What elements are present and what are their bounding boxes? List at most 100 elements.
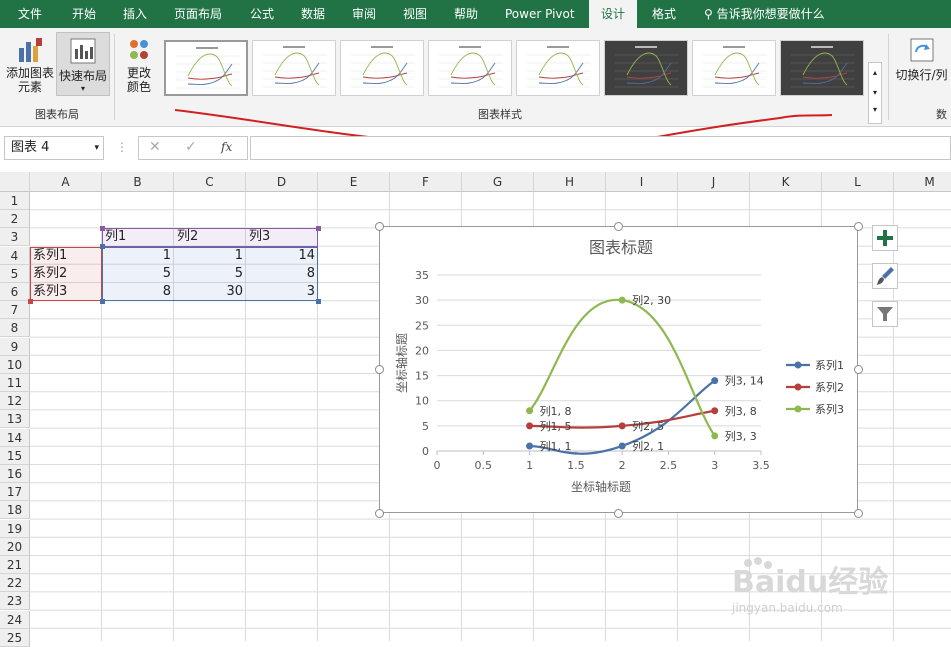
chart-object[interactable]: 图表标题 0 5 10 15 20 25 30 35 0 0.5 1 1.5 2 2.5 3 3.5 坐标轴标题坐… — [379, 226, 858, 513]
range-resize-handle[interactable] — [99, 244, 105, 250]
chevron-down-icon[interactable]: ▾ — [94, 137, 99, 159]
select-all-corner[interactable] — [0, 172, 30, 192]
add-chart-element-button[interactable]: 添加图表 元素 — [4, 32, 56, 94]
formula-input[interactable] — [250, 136, 951, 160]
row-header-16[interactable]: 16 — [0, 465, 30, 483]
chart-style-8[interactable] — [780, 40, 864, 96]
chart-style-5[interactable] — [516, 40, 600, 96]
table-value-cell[interactable]: 8 — [102, 283, 174, 301]
column-header-A[interactable]: A — [30, 172, 102, 192]
row-header-23[interactable]: 23 — [0, 592, 30, 611]
chart-resize-handle[interactable] — [614, 508, 623, 518]
row-header-17[interactable]: 17 — [0, 483, 30, 502]
chart-elements-button[interactable] — [872, 225, 898, 251]
chart-resize-handle[interactable] — [374, 221, 384, 231]
row-label-cell[interactable]: 系列3 — [30, 283, 102, 301]
tell-me-box[interactable]: ⚲ 告诉我你想要做什么 — [704, 0, 825, 28]
table-value-cell[interactable]: 3 — [246, 283, 318, 301]
chart-resize-handle[interactable] — [853, 221, 863, 231]
column-header-G[interactable]: G — [462, 172, 534, 192]
column-header-F[interactable]: F — [390, 172, 462, 192]
row-header-11[interactable]: 11 — [0, 374, 30, 392]
tab-10[interactable]: 设计 — [589, 0, 638, 28]
row-header-2[interactable]: 2 — [0, 210, 30, 229]
switch-row-column-button[interactable]: 切换行/列 — [892, 32, 951, 83]
chart-resize-handle[interactable] — [614, 221, 623, 231]
row-header-8[interactable]: 8 — [0, 319, 30, 338]
range-resize-handle[interactable] — [99, 298, 105, 304]
tab-11[interactable]: 格式 — [640, 0, 688, 28]
row-header-20[interactable]: 20 — [0, 537, 30, 556]
table-value-cell[interactable]: 14 — [246, 247, 318, 265]
table-header-cell[interactable]: 列2 — [174, 228, 246, 246]
column-header-D[interactable]: D — [246, 172, 318, 192]
row-header-7[interactable]: 7 — [0, 301, 30, 320]
range-resize-handle[interactable] — [315, 225, 321, 231]
chart-style-6[interactable] — [604, 40, 688, 96]
column-header-M[interactable]: M — [894, 172, 951, 192]
row-header-25[interactable]: 25 — [0, 628, 30, 647]
chart-style-4[interactable] — [428, 40, 512, 96]
insert-function-icon[interactable]: fx — [221, 140, 232, 154]
table-header-cell[interactable]: 列1 — [102, 228, 174, 246]
name-box[interactable]: 图表 4 ▾ — [4, 136, 104, 160]
row-header-18[interactable]: 18 — [0, 501, 30, 520]
enter-icon[interactable]: ✓ — [185, 139, 197, 155]
chart-resize-handle[interactable] — [374, 365, 384, 374]
row-header-1[interactable]: 1 — [0, 192, 30, 210]
row-header-3[interactable]: 3 — [0, 228, 30, 247]
chart-style-1[interactable] — [164, 40, 248, 96]
row-header-15[interactable]: 15 — [0, 446, 30, 465]
table-header-cell[interactable]: 列3 — [246, 228, 318, 246]
table-value-cell[interactable]: 8 — [246, 265, 318, 283]
tab-7[interactable]: 视图 — [391, 0, 439, 28]
range-resize-handle[interactable] — [27, 298, 33, 304]
chart-style-7[interactable] — [692, 40, 776, 96]
chart-resize-handle[interactable] — [853, 508, 863, 518]
row-header-24[interactable]: 24 — [0, 610, 30, 629]
tab-6[interactable]: 审阅 — [340, 0, 388, 28]
row-header-4[interactable]: 4 — [0, 246, 30, 265]
chart-resize-handle[interactable] — [374, 508, 384, 518]
change-colors-button[interactable]: 更改 颜色 — [118, 32, 160, 94]
chart-resize-handle[interactable] — [853, 365, 863, 374]
chart-style-3[interactable] — [340, 40, 424, 96]
row-header-14[interactable]: 14 — [0, 428, 30, 447]
row-label-cell[interactable]: 系列2 — [30, 265, 102, 283]
tab-5[interactable]: 数据 — [289, 0, 337, 28]
table-value-cell[interactable]: 1 — [102, 247, 174, 265]
tab-4[interactable]: 公式 — [238, 0, 286, 28]
column-header-B[interactable]: B — [102, 172, 174, 192]
table-value-cell[interactable]: 30 — [174, 283, 246, 301]
row-header-9[interactable]: 9 — [0, 337, 30, 356]
row-header-19[interactable]: 19 — [0, 519, 30, 538]
table-value-cell[interactable]: 1 — [174, 247, 246, 265]
tab-0[interactable]: 文件 — [6, 0, 54, 28]
row-header-12[interactable]: 12 — [0, 392, 30, 411]
column-header-L[interactable]: L — [822, 172, 894, 192]
range-resize-handle[interactable] — [99, 225, 105, 231]
row-header-10[interactable]: 10 — [0, 355, 30, 374]
chart-style-2[interactable] — [252, 40, 336, 96]
table-value-cell[interactable]: 5 — [102, 265, 174, 283]
quick-layout-button[interactable]: 快速布局 ▾ — [56, 32, 110, 96]
tab-1[interactable]: 开始 — [60, 0, 108, 28]
range-resize-handle[interactable] — [315, 298, 321, 304]
chart-styles-button[interactable] — [872, 263, 898, 289]
chart-svg[interactable]: 图表标题051015202530350 0.5 1 1.5 2 2.5 3 3.5坐标轴标题坐… — [380, 227, 857, 512]
row-header-22[interactable]: 22 — [0, 574, 30, 593]
cancel-icon[interactable]: ✕ — [149, 139, 161, 155]
tab-8[interactable]: 帮助 — [442, 0, 490, 28]
column-header-I[interactable]: I — [606, 172, 678, 192]
row-label-cell[interactable]: 系列1 — [30, 247, 102, 265]
chart-filters-button[interactable] — [872, 301, 898, 327]
tab-2[interactable]: 插入 — [111, 0, 159, 28]
row-header-6[interactable]: 6 — [0, 283, 30, 301]
tab-9[interactable]: Power Pivot — [493, 0, 587, 28]
row-header-21[interactable]: 21 — [0, 556, 30, 574]
row-header-5[interactable]: 5 — [0, 264, 30, 283]
row-header-13[interactable]: 13 — [0, 410, 30, 429]
column-header-K[interactable]: K — [750, 172, 822, 192]
table-value-cell[interactable]: 5 — [174, 265, 246, 283]
tab-3[interactable]: 页面布局 — [162, 0, 234, 28]
